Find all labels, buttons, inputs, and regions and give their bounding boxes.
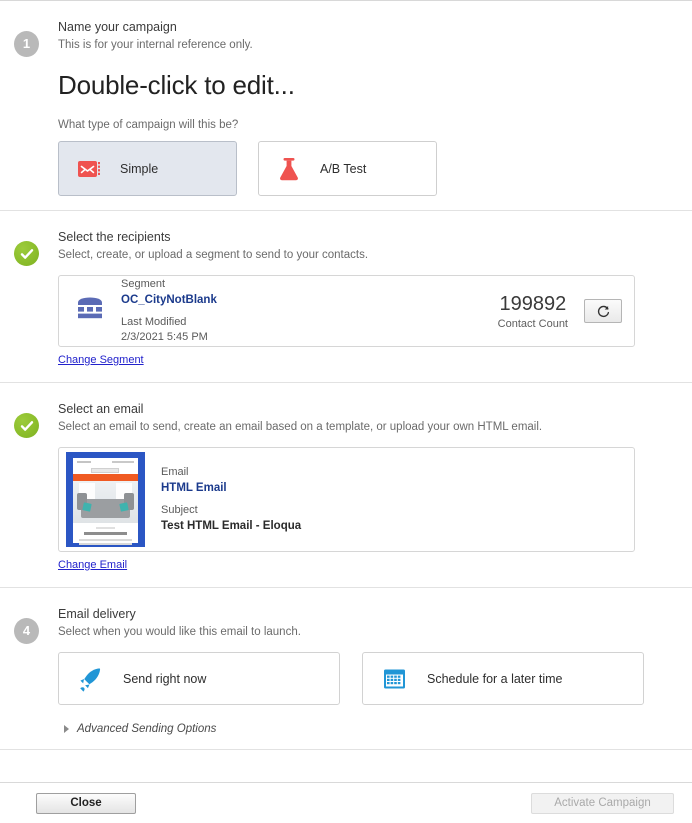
email-subject-label: Subject — [161, 504, 198, 516]
preview-topbar — [73, 458, 138, 467]
preview-body — [73, 523, 138, 547]
step-email-delivery: 4 Email delivery Select when you would l… — [0, 588, 692, 750]
campaign-type-ab-test-label: A/B Test — [320, 161, 367, 176]
step-2-subtitle: Select, create, or upload a segment to s… — [58, 249, 369, 261]
wizard-footer: Close Activate Campaign — [0, 782, 692, 823]
preview-eyebrow — [96, 527, 115, 529]
step-1-subtitle: This is for your internal reference only… — [58, 39, 253, 51]
email-envelope-icon — [76, 155, 102, 183]
step-2-badge-complete — [14, 241, 39, 266]
chevron-right-icon — [64, 725, 69, 733]
campaign-type-ab-test[interactable]: A/B Test — [258, 141, 437, 196]
step-select-recipients: Select the recipients Select, create, or… — [0, 211, 692, 383]
rocket-icon — [77, 665, 103, 693]
step-4-subtitle: Select when you would like this email to… — [58, 626, 301, 638]
preview-pillow-right — [119, 502, 129, 512]
delivery-options: Send right now Schedule for a later time — [58, 652, 678, 705]
email-fields: Email HTML Email Subject Test HTML Email… — [161, 465, 301, 534]
step-4-badge: 4 — [14, 618, 39, 644]
segment-type-label: Segment — [121, 278, 166, 290]
change-segment-link[interactable]: Change Segment — [58, 354, 144, 366]
campaign-type-options: Simple A/B Test — [58, 141, 678, 196]
segment-modified-value: 2/3/2021 5:45 PM — [121, 331, 208, 343]
segment-fields: Segment OC_CityNotBlank Last Modified 2/… — [121, 277, 498, 345]
email-card[interactable]: Email HTML Email Subject Test HTML Email… — [58, 447, 635, 552]
step-1-body: Name your campaign This is for your inte… — [58, 19, 692, 196]
preview-hero-photo — [73, 481, 138, 523]
email-preview-thumbnail — [66, 452, 145, 547]
step-3-subtitle: Select an email to send, create an email… — [58, 421, 543, 433]
contact-count-block: 199892 Contact Count — [498, 292, 568, 330]
email-name: HTML Email — [161, 482, 227, 494]
email-preview-inner — [73, 458, 138, 545]
email-type-label: Email — [161, 466, 189, 478]
segment-card[interactable]: Segment OC_CityNotBlank Last Modified 2/… — [58, 275, 635, 347]
campaign-type-question: What type of campaign will this be? — [58, 119, 239, 131]
step-3-badge-complete — [14, 413, 39, 438]
preview-headline — [84, 532, 127, 535]
preview-text-line — [79, 539, 132, 541]
segment-name: OC_CityNotBlank — [121, 294, 217, 306]
refresh-contact-count-button[interactable] — [584, 299, 622, 323]
step-4-badge-label: 4 — [22, 623, 31, 638]
step-2-body: Select the recipients Select, create, or… — [58, 229, 692, 368]
change-email-link[interactable]: Change Email — [58, 559, 127, 571]
preview-text-line — [79, 543, 132, 545]
step-2-title: Select the recipients — [58, 230, 171, 244]
campaign-type-simple-label: Simple — [120, 161, 159, 176]
contact-count-label: Contact Count — [497, 318, 568, 330]
step-1-badge-label: 1 — [22, 36, 31, 51]
step-3-body: Select an email Select an email to send,… — [58, 401, 692, 573]
wizard-steps-container: 1 Name your campaign This is for your in… — [0, 1, 692, 782]
campaign-name-field[interactable]: Double-click to edit... — [58, 69, 678, 101]
step-name-campaign: 1 Name your campaign This is for your in… — [0, 1, 692, 211]
preview-navbar — [73, 474, 138, 481]
step-4-body: Email delivery Select when you would lik… — [58, 606, 692, 735]
step-1-title: Name your campaign — [58, 20, 177, 34]
field-spacer — [161, 496, 301, 503]
check-icon — [20, 420, 33, 431]
delivery-send-now-label: Send right now — [123, 671, 207, 686]
preview-pillow-left — [82, 502, 92, 512]
preview-logo — [73, 467, 138, 474]
segment-icon — [75, 296, 109, 327]
calendar-icon — [381, 665, 407, 693]
step-select-email: Select an email Select an email to send,… — [0, 383, 692, 588]
step-3-title: Select an email — [58, 402, 144, 416]
flask-icon — [276, 155, 302, 183]
campaign-type-simple[interactable]: Simple — [58, 141, 237, 196]
field-spacer — [121, 308, 498, 315]
refresh-icon — [597, 305, 609, 317]
contact-count-value: 199892 — [499, 293, 567, 315]
close-button[interactable]: Close — [36, 792, 136, 814]
delivery-schedule-label: Schedule for a later time — [427, 671, 563, 686]
check-icon — [20, 248, 33, 259]
activate-campaign-button[interactable]: Activate Campaign — [531, 792, 674, 814]
delivery-send-now[interactable]: Send right now — [58, 652, 340, 705]
segment-modified-label: Last Modified — [121, 316, 187, 328]
delivery-schedule[interactable]: Schedule for a later time — [362, 652, 644, 705]
step-1-badge: 1 — [14, 31, 39, 57]
step-4-title: Email delivery — [58, 607, 136, 621]
campaign-wizard: 1 Name your campaign This is for your in… — [0, 0, 692, 823]
advanced-sending-options-toggle[interactable]: Advanced Sending Options — [64, 723, 678, 735]
advanced-sending-options-label: Advanced Sending Options — [77, 723, 217, 735]
email-subject-value: Test HTML Email - Eloqua — [161, 520, 302, 532]
